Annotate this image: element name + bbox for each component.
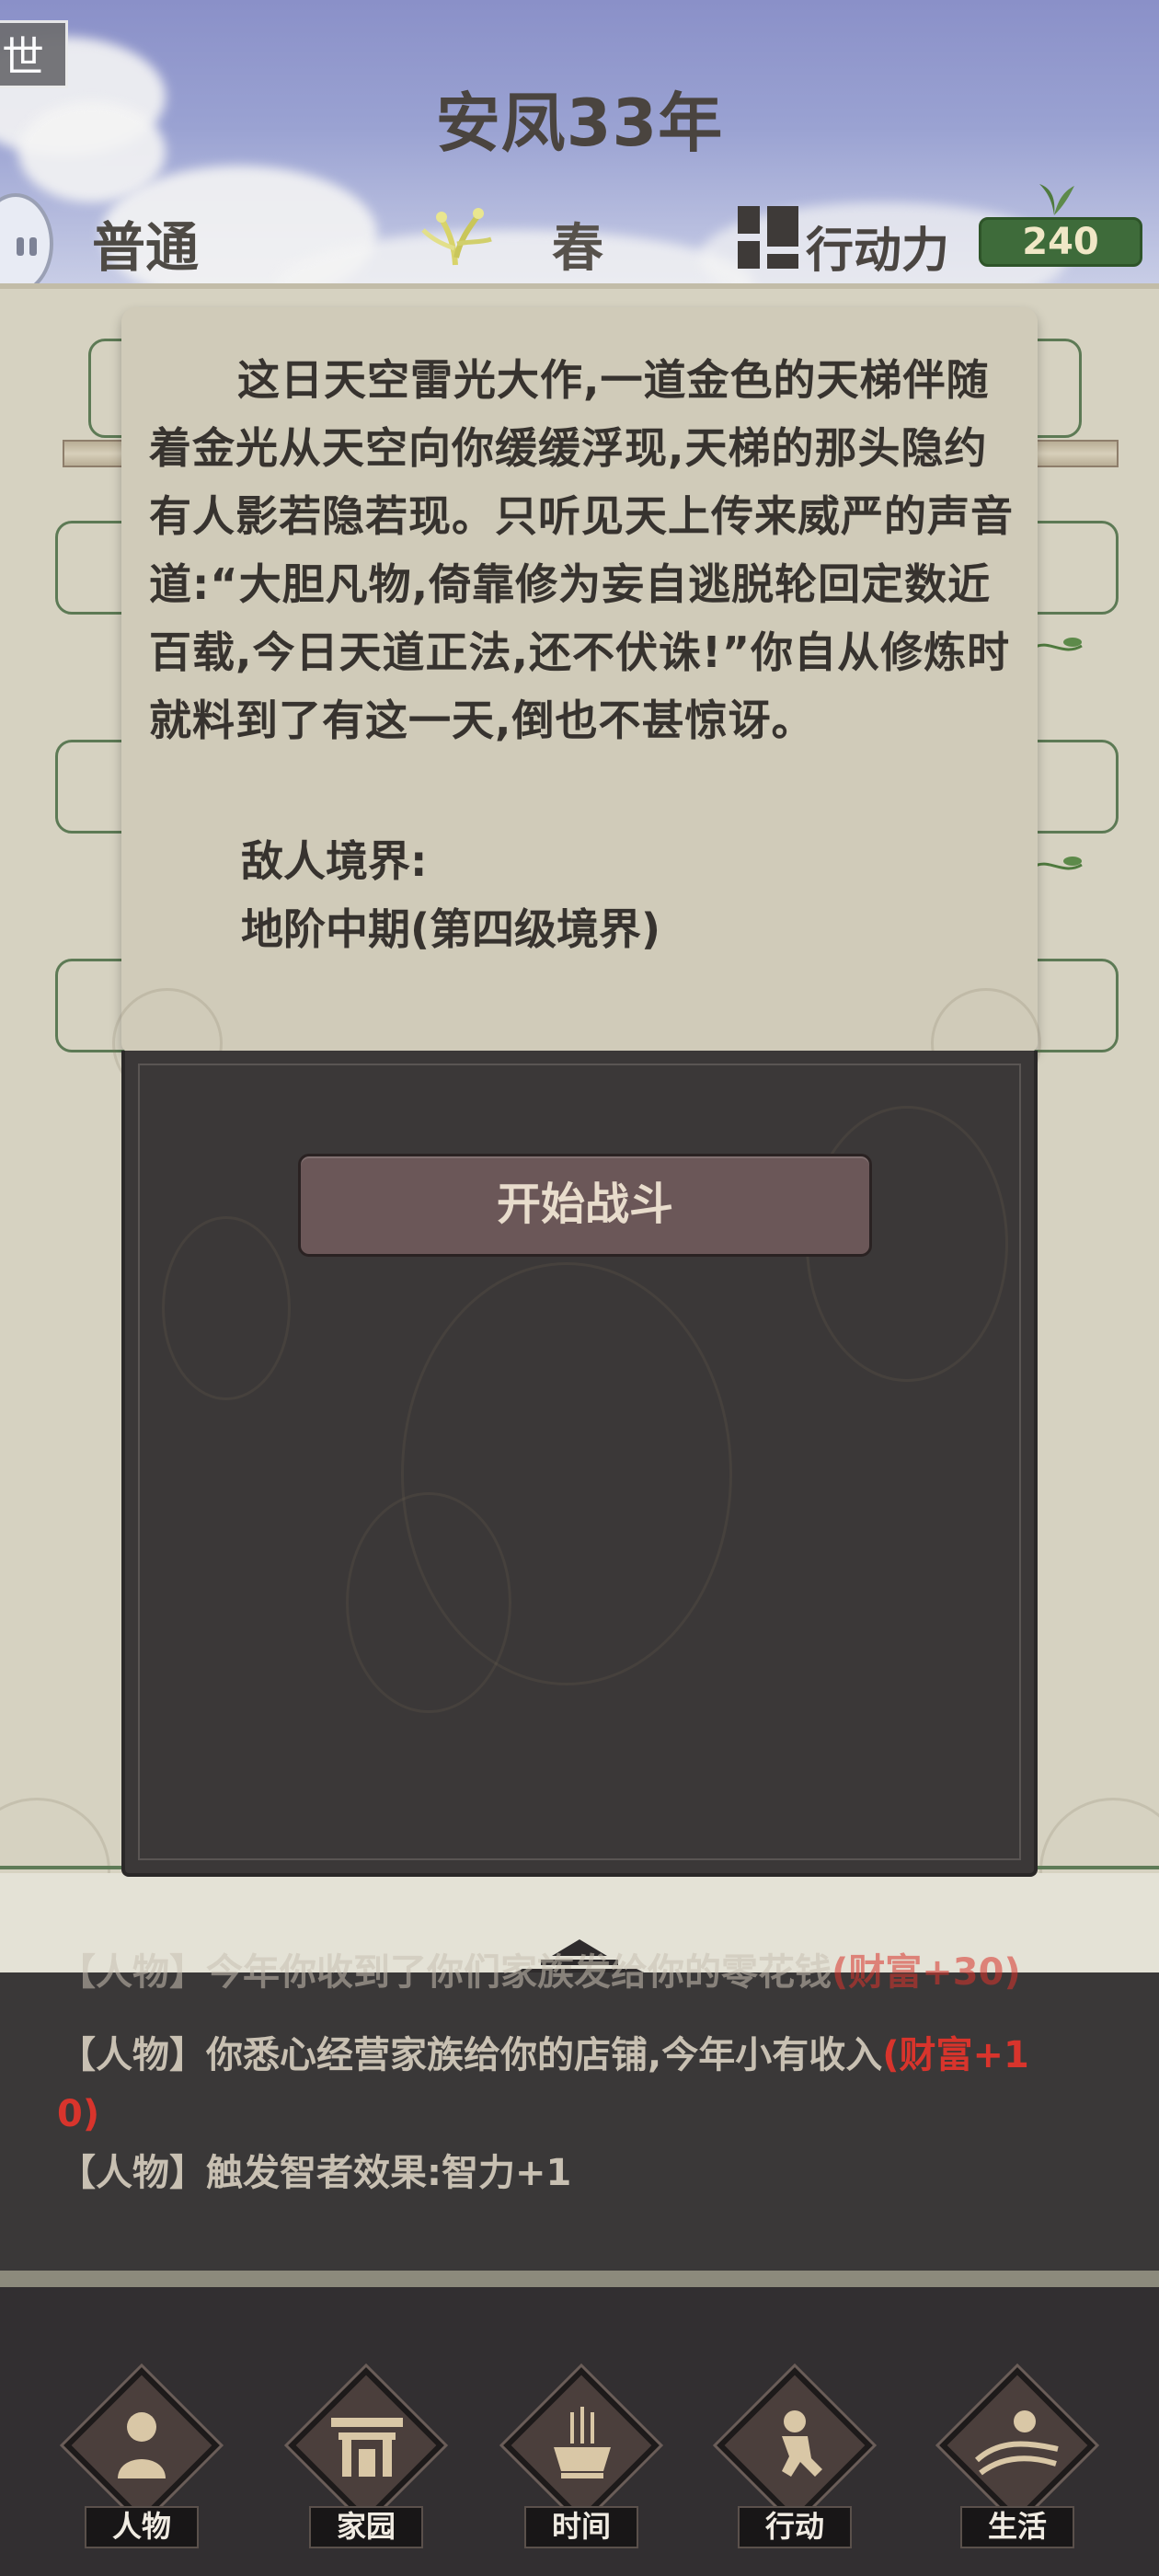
action-points-label: 行动力 (806, 224, 950, 279)
pause-button[interactable] (0, 193, 53, 283)
gate-icon (331, 2418, 403, 2477)
log-separator (0, 2271, 1159, 2287)
leaf-ornament-icon (1039, 184, 1074, 215)
enemy-realm-label: 敌人境界: (241, 836, 428, 886)
season-label: 春 (552, 219, 603, 279)
year-title: 安凤33年 (435, 86, 724, 161)
difficulty-label: 普通 (92, 216, 200, 279)
log-line: 【人物】今年你收到了你们家族发给你的零花钱(财富+30) (59, 1951, 1021, 1994)
action-points-icon (738, 206, 798, 269)
event-dialog-actions: 开始战斗 (121, 1051, 1038, 1877)
event-log[interactable]: 【人物】今年你收到了你们家族发给你的零花钱(财富+30) 【人物】你悉心经营家族… (0, 1951, 1159, 2271)
log-line: 【人物】你悉心经营家族给你的店铺,今年小有收入(财富+1 (59, 2034, 1029, 2076)
action-points-value: 240 (979, 217, 1142, 267)
nav-item-time[interactable]: 时间 (489, 2367, 660, 2554)
nav-label-action: 行动 (738, 2506, 852, 2548)
nav-label-time: 时间 (524, 2506, 638, 2548)
landscape-icon (974, 2410, 1059, 2476)
event-story-text: 这日天空雷光大作,一道金色的天梯伴随着金光从天空向你缓缓浮现,天梯的那头隐约有人… (149, 355, 1014, 745)
nav-item-home[interactable]: 家园 (274, 2367, 444, 2554)
nav-label-person: 人物 (85, 2506, 199, 2548)
nav-item-life[interactable]: 生活 (925, 2367, 1096, 2554)
nav-item-action[interactable]: 行动 (703, 2367, 873, 2554)
incense-icon (554, 2407, 611, 2478)
event-dialog: 这日天空雷光大作,一道金色的天梯伴随着金光从天空向你缓缓浮现,天梯的那头隐约有人… (112, 307, 1041, 1098)
log-line: 【人物】触发智者效果:智力+1 (59, 2152, 572, 2194)
log-line-continuation: 0) (57, 2093, 100, 2135)
spring-plant-icon (421, 208, 492, 266)
enemy-realm-value: 地阶中期(第四级境界) (241, 904, 661, 954)
nav-label-home: 家园 (309, 2506, 423, 2548)
start-battle-button[interactable]: 开始战斗 (298, 1154, 872, 1257)
top-header: 世 安凤33年 普通 春 行动力 240 (0, 0, 1159, 283)
vine-icon (1033, 638, 1083, 651)
vine-icon (1033, 857, 1083, 870)
nav-label-life: 生活 (960, 2506, 1074, 2548)
bottom-nav: 人物 家园 时间 行动 生活 (0, 2287, 1159, 2576)
person-icon (118, 2412, 166, 2478)
action-icon (782, 2410, 822, 2477)
nav-item-person[interactable]: 人物 (50, 2367, 220, 2554)
